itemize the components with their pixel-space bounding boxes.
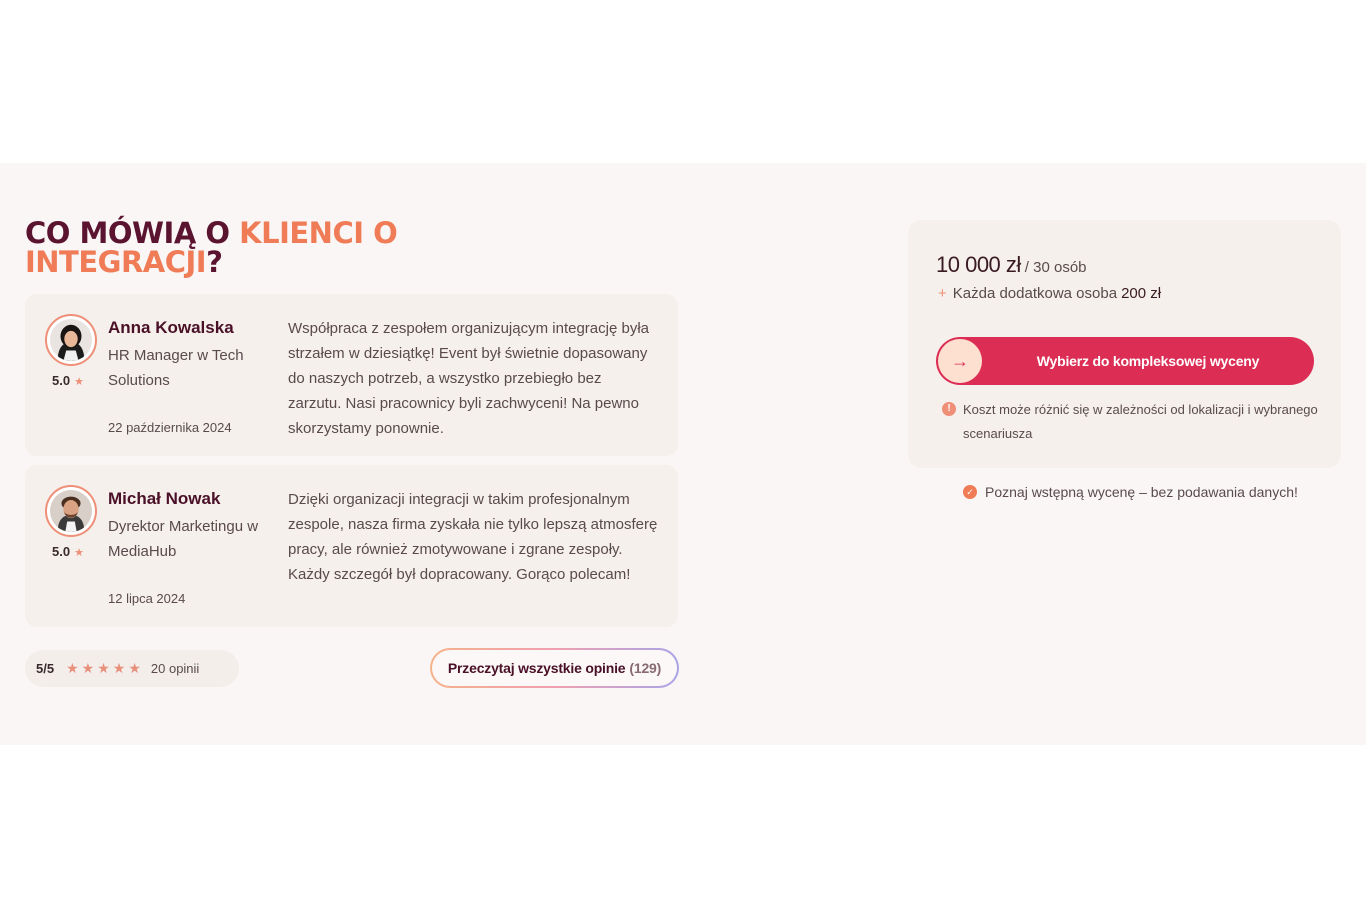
star-icon: ★ xyxy=(112,660,126,676)
star-icon: ★ xyxy=(74,547,84,559)
reviewer-role: Dyrektor Marketingu w MediaHub xyxy=(108,518,259,560)
review-card: 5.0 ★ Michał Nowak Dyrektor Marketingu w … xyxy=(25,465,678,627)
read-all-reviews-count: (129) xyxy=(629,660,662,676)
summary-count: 20 opinii xyxy=(150,661,200,676)
reviewer-avatar xyxy=(45,314,97,366)
read-all-reviews-label: Przeczytaj wszystkie opinie xyxy=(447,660,626,676)
summary-score: 5/5 xyxy=(36,661,55,676)
select-quote-label: Wybierz do kompleksowej wyceny xyxy=(1036,353,1260,369)
price: 10 000 zł/ 30 osób xyxy=(936,252,1087,278)
star-icon: ★ xyxy=(74,376,84,388)
woman-portrait-icon xyxy=(50,319,92,361)
plus-icon: + xyxy=(938,285,947,302)
star-icon: ★ xyxy=(97,660,110,676)
check-icon: ✓ xyxy=(963,485,977,499)
review-quote: Współpraca z zespołem organizującym inte… xyxy=(288,320,649,437)
extra-label: Każda dodatkowa osoba xyxy=(952,285,1118,302)
free-quote-note: ✓ Poznaj wstępną wycenę – bez podawania … xyxy=(963,484,1298,500)
rating-value: 5.0 xyxy=(52,544,71,559)
review-quote: Dzięki organizacji integracji w takim pr… xyxy=(288,491,658,583)
star-icon: ★ xyxy=(81,660,95,676)
summary-stars: ★ ★ ★ ★ ★ xyxy=(66,660,141,677)
price-per: / 30 osób xyxy=(1024,259,1087,276)
rating-value: 5.0 xyxy=(52,373,71,388)
review-date: 22 października 2024 xyxy=(108,420,232,435)
read-all-reviews-inner: Przeczytaj wszystkie opinie (129) xyxy=(432,650,677,686)
review-rating: 5.0 ★ xyxy=(52,544,84,559)
cost-note-text: Koszt może różnić się w zależności od lo… xyxy=(963,402,1318,441)
select-quote-button[interactable]: → Wybierz do kompleksowej wyceny xyxy=(936,337,1314,385)
extra-person-price: + Każda dodatkowa osoba 200 zł xyxy=(938,285,1161,302)
reviewer-name: Anna Kowalska xyxy=(108,318,234,337)
read-all-reviews-button[interactable]: Przeczytaj wszystkie opinie (129) xyxy=(430,648,679,688)
reviewer-avatar xyxy=(45,485,97,537)
info-icon: ! xyxy=(942,402,956,416)
review-card: 5.0 ★ Anna Kowalska HR Manager w Tech Sol… xyxy=(25,294,678,456)
star-icon: ★ xyxy=(66,660,79,676)
section-heading: CO MÓWIĄ O KLIENCI O INTEGRACJI? xyxy=(25,219,545,277)
free-quote-text: Poznaj wstępną wycenę – bez podawania da… xyxy=(985,484,1298,500)
reviewer-role: HR Manager w Tech Solutions xyxy=(108,347,244,389)
price-card: 10 000 zł/ 30 osób + Każda dodatkowa osob… xyxy=(908,220,1341,468)
review-rating: 5.0 ★ xyxy=(52,373,84,388)
heading-question-mark: ? xyxy=(206,245,223,279)
man-portrait-icon xyxy=(50,490,92,532)
arrow-right-icon: → xyxy=(938,339,982,383)
extra-amount: 200 zł xyxy=(1121,285,1162,302)
star-icon: ★ xyxy=(128,660,141,676)
rating-summary: 5/5 ★ ★ ★ ★ ★ 20 opinii xyxy=(25,650,239,687)
price-value: 10 000 zł xyxy=(936,252,1021,277)
cost-note: ! Koszt może różnić się w zależności od … xyxy=(942,398,1322,446)
reviewer-name: Michał Nowak xyxy=(108,489,221,508)
review-date: 12 lipca 2024 xyxy=(108,591,186,606)
